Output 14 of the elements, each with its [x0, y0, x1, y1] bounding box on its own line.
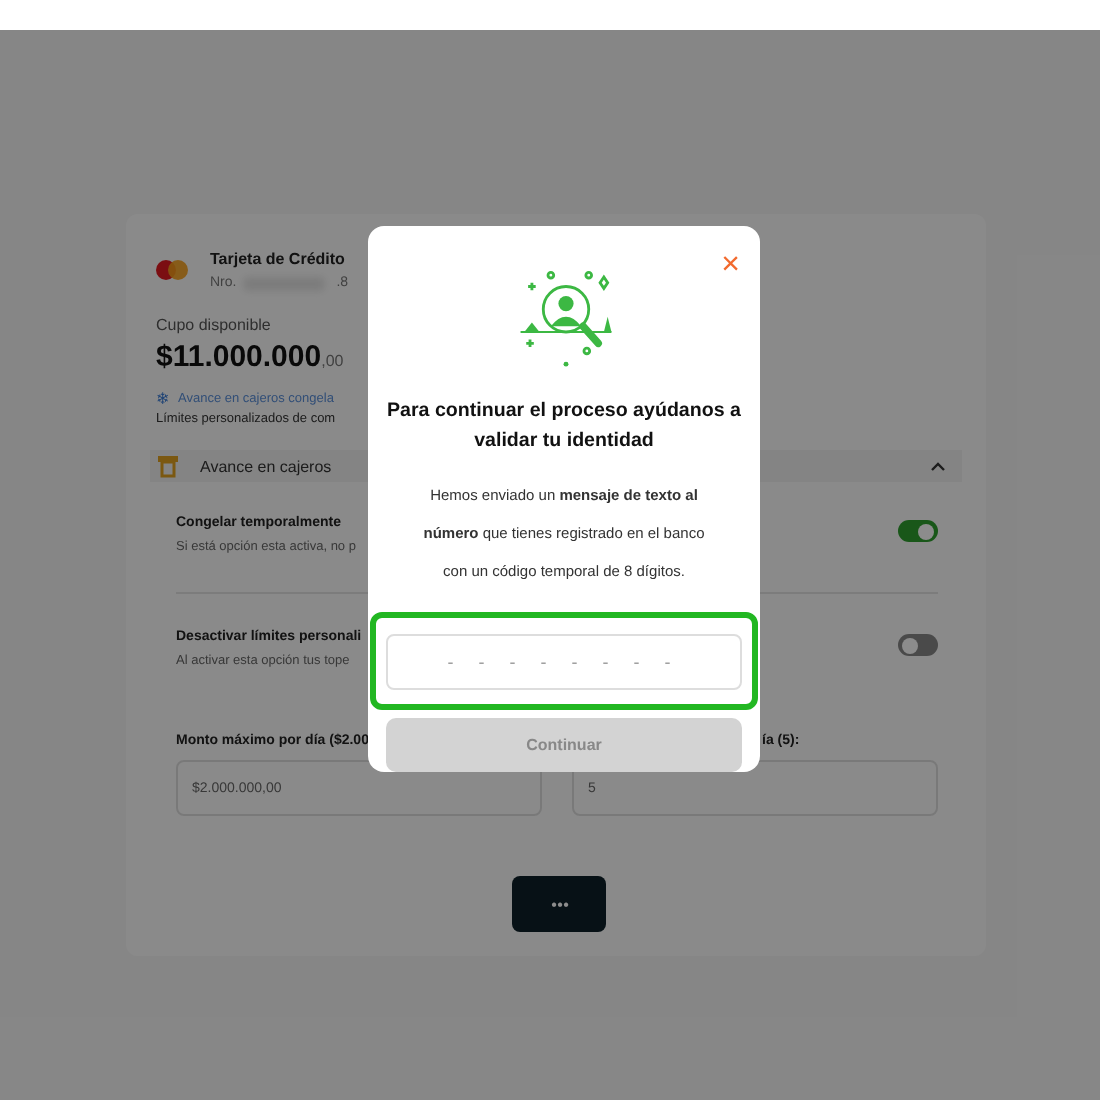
code-input[interactable]: - - - - - - - - — [386, 633, 742, 690]
more-button[interactable]: • • • — [512, 876, 606, 932]
balance-cents: ,00 — [321, 352, 344, 370]
card-title: Tarjeta de Crédito — [210, 250, 347, 268]
toggle-switch[interactable] — [898, 634, 938, 656]
close-button[interactable]: × — [721, 250, 740, 282]
snowflake-icon: ❄ — [156, 390, 170, 408]
section-title: Avance en cajeros — [200, 457, 334, 475]
atm-icon — [156, 454, 180, 478]
balance-amount: $11.000.000 — [156, 340, 322, 374]
toggle-switch[interactable] — [898, 520, 938, 542]
card-brand-icon — [156, 260, 188, 280]
balance-label: Cupo disponible — [156, 316, 271, 334]
dialog-title: Para continuar el proceso ayúdanos a validar tu identidad — [385, 397, 743, 456]
